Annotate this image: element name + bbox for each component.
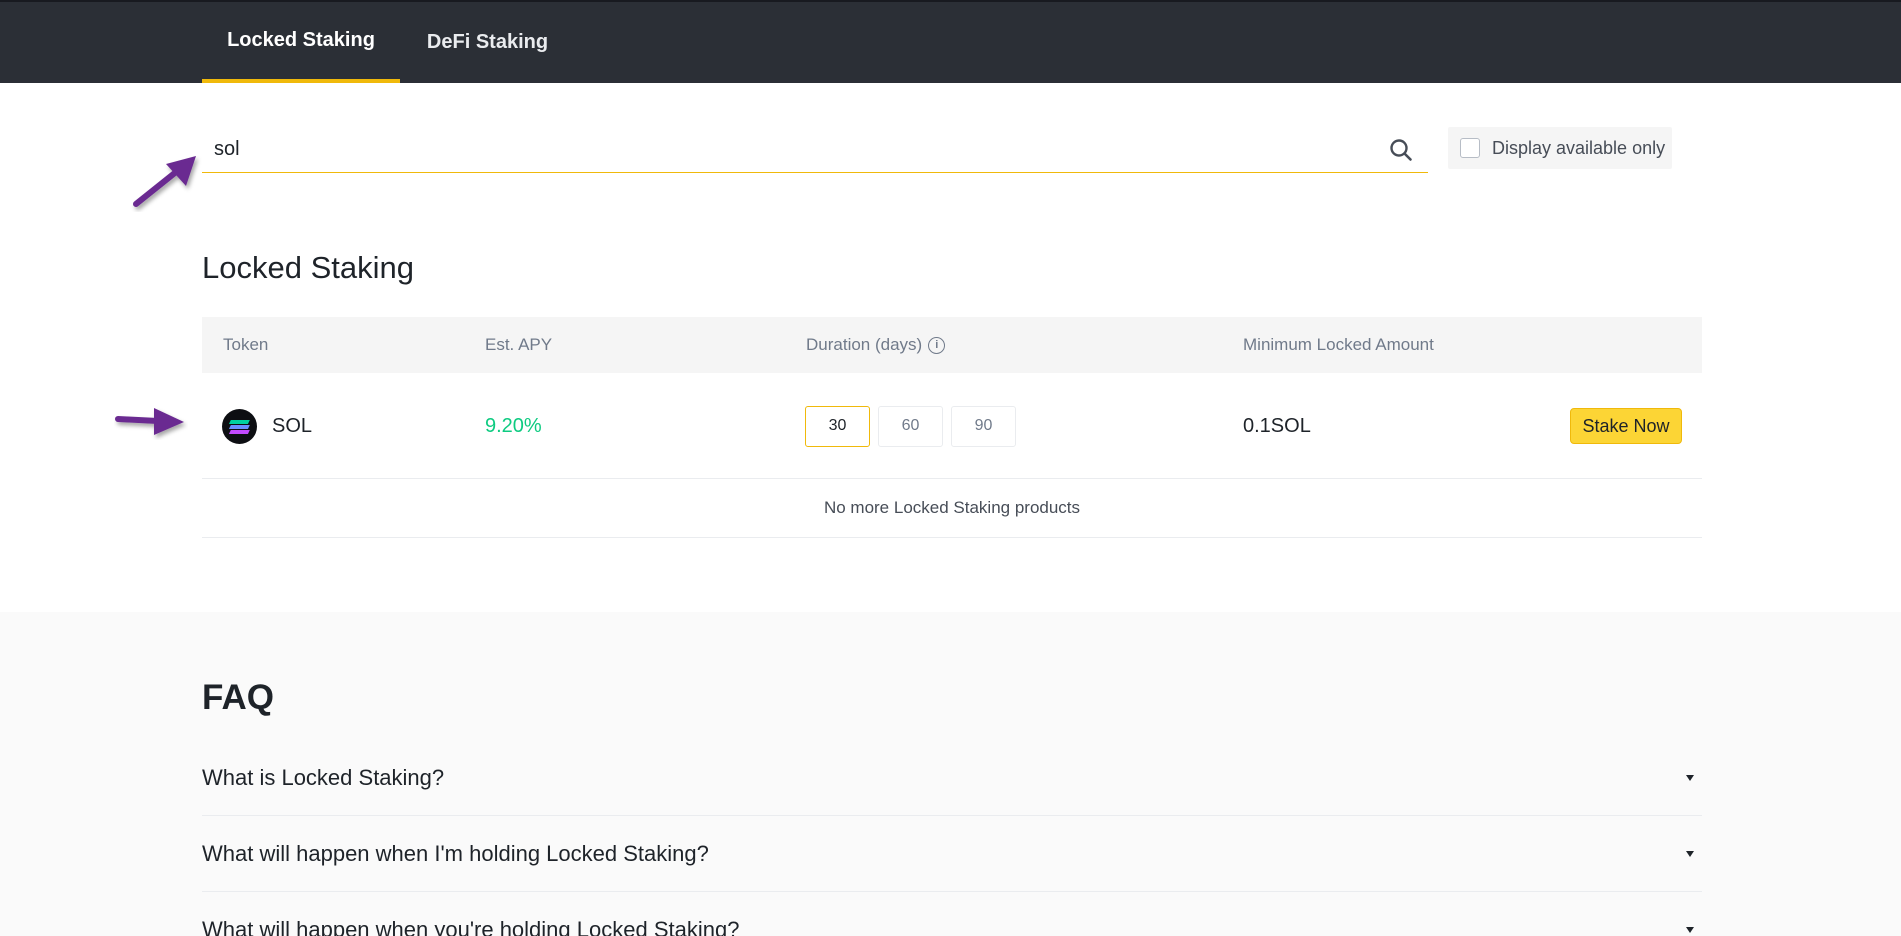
faq-question: What is Locked Staking?: [202, 764, 445, 790]
duration-option-30[interactable]: 30: [805, 405, 870, 447]
tab-defi-staking[interactable]: DeFi Staking: [420, 2, 555, 83]
annotation-arrow-icon: [115, 408, 184, 435]
display-available-label: Display available only: [1492, 137, 1666, 158]
faq-title: FAQ: [202, 678, 274, 717]
info-icon[interactable]: i: [928, 336, 946, 354]
display-available-only-filter[interactable]: Display available only: [1448, 127, 1672, 169]
duration-option-90[interactable]: 90: [951, 405, 1016, 447]
chevron-down-icon[interactable]: [1686, 926, 1694, 933]
column-header-token: Token: [223, 335, 269, 354]
chevron-down-icon[interactable]: [1686, 774, 1694, 781]
display-available-checkbox[interactable]: [1460, 138, 1480, 158]
search-icon[interactable]: [1388, 137, 1414, 163]
token-name: SOL: [272, 414, 313, 437]
faq-item[interactable]: What will happen when I'm holding Locked…: [202, 816, 1702, 892]
table-row: SOL 9.20% 30 60 90 0.1SOL Stake Now: [202, 373, 1702, 479]
section-title: Locked Staking: [202, 250, 414, 285]
duration-cell: 30 60 90: [805, 373, 1024, 479]
column-header-duration: Duration (days) i: [806, 317, 946, 373]
tab-locked-staking[interactable]: Locked Staking: [202, 2, 400, 83]
no-more-products-message: No more Locked Staking products: [202, 479, 1702, 538]
column-header-min-amount: Minimum Locked Amount: [1243, 335, 1434, 354]
min-amount-cell: 0.1SOL: [1243, 373, 1311, 479]
faq-item[interactable]: What will happen when you're holding Loc…: [202, 892, 1702, 936]
search-input[interactable]: [202, 127, 1428, 172]
faq-question: What will happen when you're holding Loc…: [202, 916, 740, 936]
top-tab-bar: Locked Staking DeFi Staking: [0, 0, 1901, 83]
faq-question: What will happen when I'm holding Locked…: [202, 840, 709, 866]
table-header: Token Est. APY Duration (days) i Minimum…: [202, 317, 1702, 373]
stake-now-button[interactable]: Stake Now: [1570, 408, 1682, 444]
apy-cell: 9.20%: [485, 373, 542, 479]
chevron-down-icon[interactable]: [1686, 850, 1694, 857]
search-bar: [202, 127, 1428, 173]
duration-option-60[interactable]: 60: [878, 405, 943, 447]
faq-section: FAQ What is Locked Staking? What will ha…: [0, 612, 1901, 936]
column-header-apy: Est. APY: [485, 335, 553, 354]
sol-token-icon: [222, 408, 257, 444]
faq-item[interactable]: What is Locked Staking?: [202, 740, 1702, 816]
annotation-arrow-icon: [133, 156, 196, 207]
column-header-duration-label: Duration (days): [806, 335, 923, 354]
apy-value: 9.20%: [485, 414, 542, 437]
token-cell: SOL: [222, 373, 312, 479]
min-amount-value: 0.1SOL: [1243, 414, 1311, 437]
